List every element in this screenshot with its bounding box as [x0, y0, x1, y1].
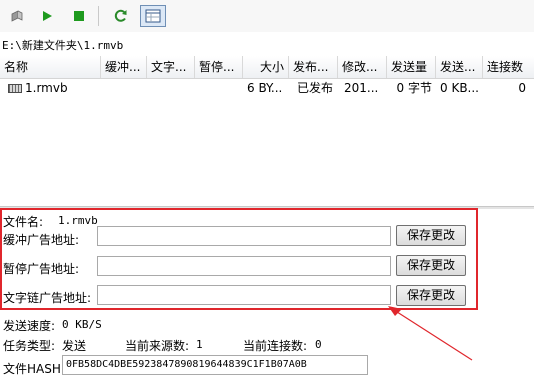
sources-label: 当前来源数:	[125, 339, 190, 353]
cell-name-text: 1.rmvb	[25, 81, 68, 95]
grid-view-icon[interactable]	[140, 5, 166, 27]
textlink-ad-input[interactable]	[97, 285, 391, 305]
cell-connections: 0	[518, 81, 526, 95]
pause-ad-input[interactable]	[97, 256, 391, 276]
column-header-size[interactable]: 大小	[243, 56, 289, 78]
toolbar-separator	[98, 6, 99, 26]
annotation-arrow	[388, 306, 473, 361]
open-folder-icon[interactable]	[6, 5, 28, 27]
sources-value: 1	[196, 338, 203, 351]
buffer-ad-input[interactable]	[97, 226, 391, 246]
toolbar	[0, 0, 534, 32]
cell-pause	[195, 78, 243, 98]
cell-size: 6 BY...	[247, 81, 283, 95]
cell-speed: 0 KB...	[440, 81, 479, 95]
column-header-text[interactable]: 文字...	[147, 56, 195, 78]
send-speed-value: 0 KB/S	[62, 318, 102, 331]
buffer-ad-label: 缓冲广告地址:	[3, 233, 80, 247]
cell-modified: 201...	[344, 81, 379, 95]
file-path: E:\新建文件夹\1.rmvb	[2, 39, 124, 52]
save-buffer-ad-button[interactable]: 保存更改	[396, 225, 466, 246]
refresh-icon[interactable]	[110, 5, 132, 27]
cell-buffer	[101, 78, 147, 98]
stop-icon[interactable]	[68, 5, 90, 27]
filename-value: 1.rmvb	[58, 214, 98, 227]
cell-publish: 已发布	[297, 81, 334, 95]
column-header-sent[interactable]: 发送量	[387, 56, 436, 78]
hash-label: 文件HASH:	[3, 362, 65, 376]
table-row[interactable]: 1.rmvb 6 BY... 已发布 201... 0 字节 0 KB... 0	[0, 78, 534, 98]
connections-value: 0	[315, 338, 322, 351]
column-header-publish[interactable]: 发布...	[289, 56, 338, 78]
video-file-icon	[8, 84, 22, 93]
cell-text	[147, 78, 195, 98]
send-speed-label: 发送速度:	[3, 319, 56, 333]
column-header-name[interactable]: 名称	[0, 56, 101, 78]
hash-input[interactable]: 0FB58DC4DBE5923847890819644839C1F1B07A0B	[62, 355, 368, 375]
column-header-connections[interactable]: 连接数	[483, 56, 534, 78]
cell-name: 1.rmvb	[4, 78, 101, 98]
connections-label: 当前连接数:	[243, 339, 308, 353]
table-header: 名称 缓冲... 文字... 暂停... 大小 发布... 修改... 发送量 …	[0, 56, 534, 79]
column-header-modified[interactable]: 修改...	[338, 56, 387, 78]
column-header-speed[interactable]: 发送...	[436, 56, 483, 78]
filename-label: 文件名:	[3, 215, 44, 229]
save-pause-ad-button[interactable]: 保存更改	[396, 255, 466, 276]
play-icon[interactable]	[36, 5, 58, 27]
textlink-ad-label: 文字链广告地址:	[3, 291, 92, 305]
cell-sent: 0 字节	[396, 81, 432, 95]
task-type-label: 任务类型:	[3, 339, 56, 353]
column-header-pause[interactable]: 暂停...	[195, 56, 243, 78]
column-header-buffer[interactable]: 缓冲...	[101, 56, 147, 78]
task-type-value: 发送	[62, 339, 87, 353]
file-table: 名称 缓冲... 文字... 暂停... 大小 发布... 修改... 发送量 …	[0, 56, 534, 206]
pause-ad-label: 暂停广告地址:	[3, 262, 80, 276]
